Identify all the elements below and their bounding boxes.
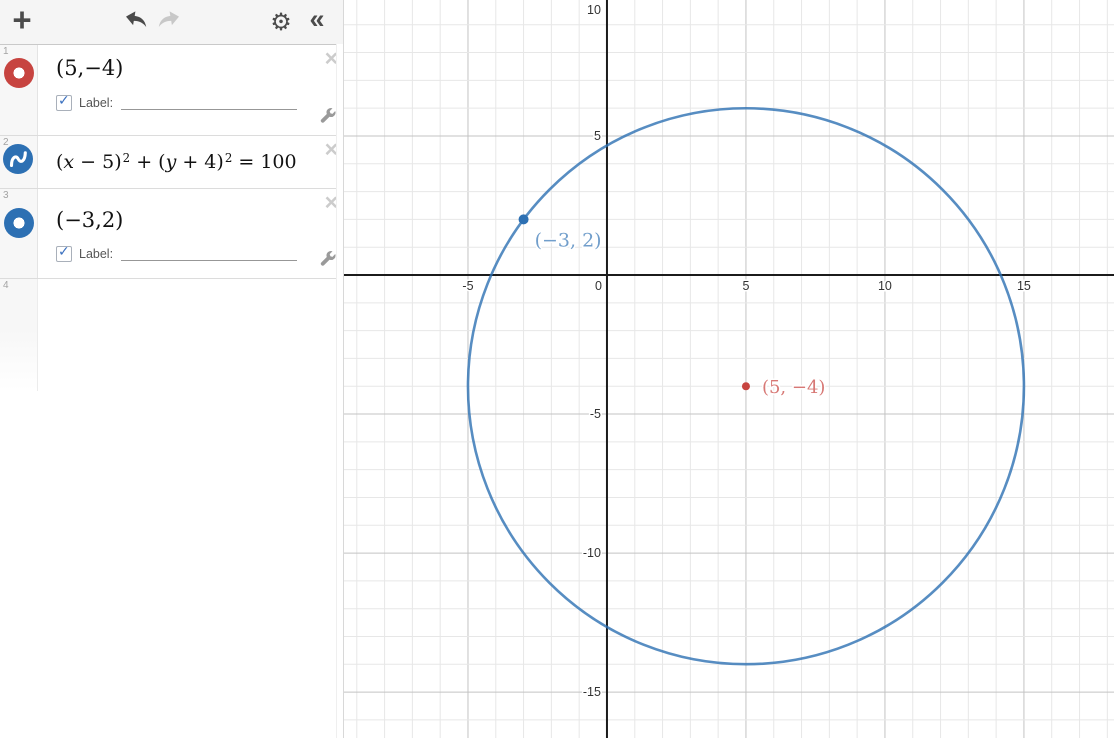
expression-number: 4 (3, 280, 9, 291)
label-checkbox-text: Label: (79, 96, 114, 110)
expression-row-2: 2 (x − 5)2 + (y + 4)2 = 100 × (0, 136, 343, 189)
checkmark-icon: ✓ (58, 244, 70, 260)
axis-tick-label: 0 (595, 279, 602, 293)
expression-number: 2 (3, 137, 9, 148)
collapse-chevrons-icon: « (309, 3, 325, 34)
expression-gutter-4: 4 (0, 279, 38, 391)
sidebar-scrollbar-track[interactable] (336, 44, 343, 738)
expression-row-4[interactable]: 4 (0, 279, 343, 391)
axis-tick-label: -10 (583, 546, 601, 560)
curve-style-icon-blue[interactable] (3, 144, 33, 174)
axis-tick-label: -5 (462, 279, 473, 293)
sidebar-toolbar: + ⚙︎ « (0, 0, 343, 45)
wrench-icon[interactable] (320, 250, 337, 272)
expression-content-2[interactable]: (x − 5)2 + (y + 4)2 = 100 × (38, 136, 343, 188)
expression-sidebar: + ⚙︎ « 1 (5,−4) × ✓ Label: 2 (x − 5)2 + … (0, 0, 344, 738)
label-checkbox[interactable]: ✓ (56, 244, 72, 262)
label-checkbox-text: Label: (79, 247, 114, 261)
gear-icon: ⚙︎ (270, 7, 292, 36)
checkmark-icon: ✓ (58, 93, 70, 109)
point-style-icon-blue[interactable] (3, 208, 34, 238)
axis-tick-label: -5 (590, 407, 601, 421)
add-expression-button[interactable]: + (0, 0, 44, 43)
expression-number: 3 (3, 190, 9, 201)
label-option-row: ✓ Label: (56, 244, 343, 264)
expression-gutter-2: 2 (0, 136, 38, 188)
point-style-icon-red[interactable] (3, 58, 34, 88)
axis-tick-label: 10 (587, 3, 601, 17)
axis-tick-label: 5 (742, 279, 749, 293)
expression-number: 1 (3, 46, 9, 57)
axis-tick-label: 5 (594, 129, 601, 143)
plotted-point[interactable] (741, 382, 750, 391)
expression-content-3[interactable]: (−3,2) × ✓ Label: (38, 189, 343, 278)
expression-latex[interactable]: (x − 5)2 + (y + 4)2 = 100 (56, 151, 297, 173)
redo-icon (158, 10, 182, 33)
expression-row-1: 1 (5,−4) × ✓ Label: (0, 45, 343, 136)
wrench-icon[interactable] (320, 107, 337, 129)
expression-latex[interactable]: (−3,2) (56, 208, 343, 232)
label-input[interactable] (121, 96, 298, 110)
point-label: (−3, 2) (535, 229, 602, 251)
collapse-sidebar-button[interactable]: « (295, 0, 339, 43)
point-label: (5, −4) (762, 377, 825, 398)
expression-gutter-1: 1 (0, 45, 38, 135)
expression-latex[interactable]: (5,−4) (56, 56, 343, 80)
plotted-point[interactable] (518, 214, 529, 225)
desmos-app: + ⚙︎ « 1 (5,−4) × ✓ Label: 2 (x − 5)2 + … (0, 0, 1114, 738)
expression-row-3: 3 (−3,2) × ✓ Label: (0, 189, 343, 279)
expression-content-1[interactable]: (5,−4) × ✓ Label: (38, 45, 343, 135)
label-option-row: ✓ Label: (56, 93, 343, 113)
axis-tick-label: 10 (878, 279, 892, 293)
expression-content-4[interactable] (38, 279, 343, 391)
graph-canvas[interactable]: -5 0 5 10 15 10 5 -5 -10 -15 (5, −4) (−3, 2) (344, 0, 1114, 738)
label-checkbox[interactable]: ✓ (56, 93, 72, 111)
graph-svg: -5 0 5 10 15 10 5 -5 -10 -15 (5, −4) (−3, 2) (344, 0, 1114, 738)
redo-button[interactable] (148, 0, 192, 43)
undo-icon (123, 10, 147, 33)
expression-gutter-3: 3 (0, 189, 38, 278)
label-input[interactable] (121, 247, 298, 261)
axis-tick-label: -15 (583, 685, 601, 699)
axis-tick-label: 15 (1017, 279, 1031, 293)
